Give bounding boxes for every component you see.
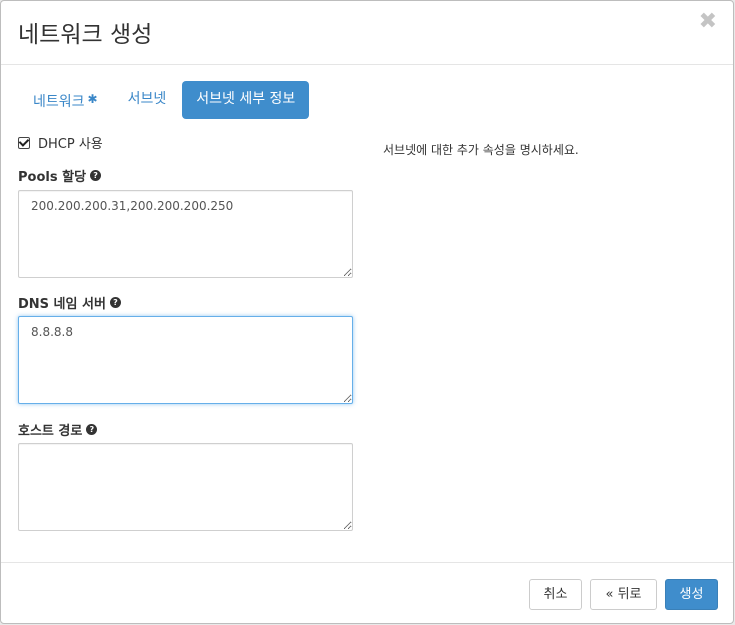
back-button[interactable]: « 뒤로: [590, 579, 657, 610]
create-network-modal: 네트워크 생성 ✖ 네트워크 ✱ 서브넷 서브넷 세부 정보 DHCP 사용 Po…: [0, 0, 734, 624]
create-button[interactable]: 생성: [665, 579, 718, 610]
dhcp-label: DHCP 사용: [38, 137, 103, 152]
modal-footer: 취소 « 뒤로 생성: [1, 562, 733, 625]
modal-header: 네트워크 생성 ✖: [1, 1, 733, 65]
modal-title: 네트워크 생성: [18, 22, 153, 48]
close-icon[interactable]: ✖: [699, 11, 717, 33]
question-circle-icon[interactable]: ?: [109, 297, 121, 308]
question-circle-icon[interactable]: ?: [86, 424, 98, 435]
dns-label-text: DNS 네임 서버: [18, 297, 106, 312]
help-description: 서브넷에 대한 추가 속성을 명시하세요.: [383, 143, 579, 157]
dns-label: DNS 네임 서버 ?: [18, 293, 121, 312]
routes-label-text: 호스트 경로: [18, 424, 83, 439]
host-routes-textarea[interactable]: [18, 443, 353, 531]
required-icon: ✱: [87, 92, 98, 106]
cancel-button[interactable]: 취소: [529, 579, 582, 610]
tab-network[interactable]: 네트워크 ✱: [19, 81, 112, 119]
pools-label: Pools 할당 ?: [18, 166, 102, 185]
checkbox-checked-icon[interactable]: [18, 136, 30, 149]
dhcp-checkbox[interactable]: DHCP 사용: [18, 133, 103, 152]
question-circle-icon[interactable]: ?: [90, 170, 102, 181]
tab-subnet[interactable]: 서브넷: [114, 81, 181, 119]
dns-textarea[interactable]: 8.8.8.8: [18, 316, 353, 404]
tab-subnet-label: 서브넷: [127, 91, 167, 107]
tab-subnet-details-label: 서브넷 세부 정보: [196, 91, 296, 107]
wizard-tabs: 네트워크 ✱ 서브넷 서브넷 세부 정보: [19, 81, 310, 120]
pools-label-text: Pools 할당: [18, 170, 87, 185]
tab-network-label: 네트워크: [33, 94, 85, 110]
tab-subnet-details[interactable]: 서브넷 세부 정보: [182, 81, 310, 119]
pools-textarea[interactable]: 200.200.200.31,200.200.200.250: [18, 190, 353, 278]
routes-label: 호스트 경로 ?: [18, 420, 98, 439]
